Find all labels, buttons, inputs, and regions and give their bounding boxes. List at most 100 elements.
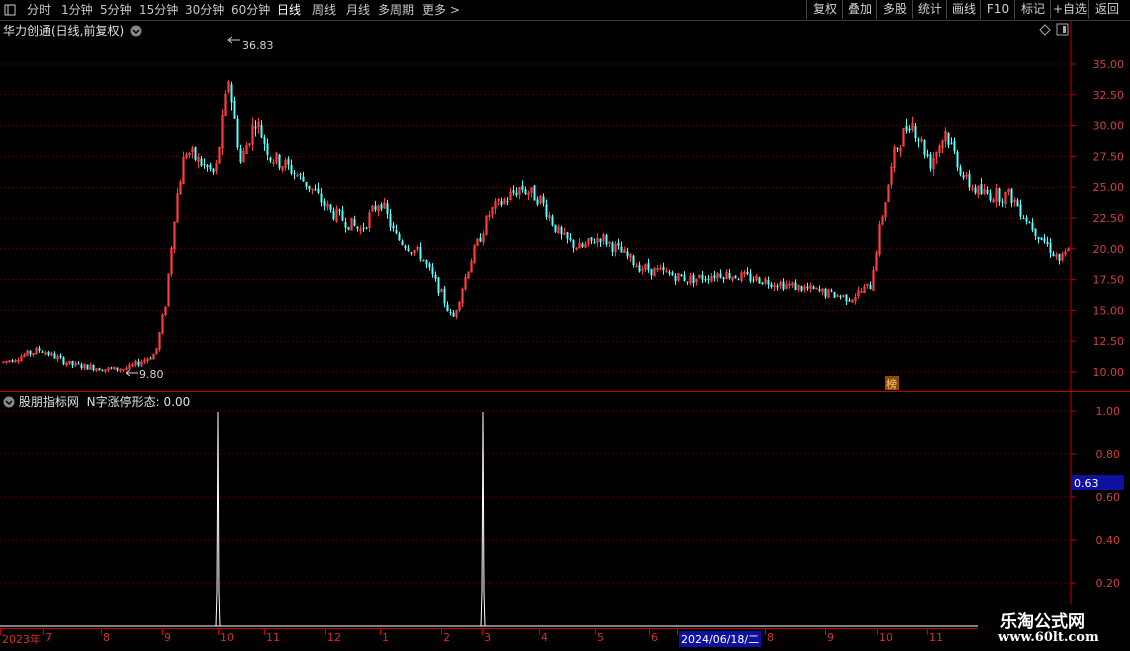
fuquan-button[interactable]: 复权 (806, 0, 843, 19)
candle (572, 239, 575, 253)
candle (677, 273, 680, 283)
candle (584, 241, 587, 249)
candle (359, 225, 362, 235)
candle (893, 144, 896, 173)
candle (938, 143, 941, 158)
candle (341, 205, 344, 222)
tab-15min[interactable]: 15分钟 (139, 0, 178, 20)
tab-60min[interactable]: 60分钟 (231, 0, 270, 20)
candle (878, 220, 881, 257)
x-axis-label: 7 (45, 631, 52, 644)
candle (950, 137, 953, 145)
collapse-icon[interactable] (4, 0, 16, 20)
candle (626, 247, 629, 260)
candle (167, 273, 170, 307)
candle (791, 281, 794, 289)
cursor-value-box: 0.63 (1071, 475, 1124, 490)
candle (17, 357, 20, 364)
candle (779, 280, 782, 290)
candle (890, 162, 893, 189)
candle (809, 282, 812, 293)
candle (1028, 220, 1031, 224)
candle (560, 225, 563, 240)
candle (104, 369, 107, 374)
tab-weekly[interactable]: 周线 (312, 0, 336, 20)
candle (653, 267, 656, 277)
candle (53, 351, 56, 359)
candle (302, 171, 305, 182)
candle (716, 271, 719, 283)
candle (869, 281, 872, 290)
candle (107, 366, 110, 372)
x-axis-tick (595, 629, 596, 635)
candle (221, 109, 224, 156)
price-tick-label: 12.50 (1093, 335, 1125, 348)
mark-button[interactable]: 标记 (1014, 0, 1051, 19)
tab-5min[interactable]: 5分钟 (100, 0, 132, 20)
candle (50, 351, 53, 357)
tab-fenshi[interactable]: 分时 (27, 0, 51, 20)
rank-badge[interactable]: 榜 (885, 376, 899, 391)
f10-button[interactable]: F10 (980, 0, 1015, 19)
candle (365, 226, 368, 230)
candle (1031, 218, 1034, 233)
back-button[interactable]: 返回 (1088, 0, 1125, 19)
candle (290, 159, 293, 176)
tab-monthly[interactable]: 月线 (346, 0, 370, 20)
price-chart[interactable]: 35.00 32.50 30.00 27.50 25.00 22.50 20.00 17.50… (0, 21, 1130, 391)
low-price-label: 9.80 (139, 368, 164, 381)
draw-line-button[interactable]: 画线 (946, 0, 981, 19)
candle (974, 184, 977, 195)
price-tick-label: 15.00 (1093, 304, 1125, 317)
candle (731, 276, 734, 283)
candle (995, 183, 998, 208)
candle (158, 331, 161, 352)
x-axis-label: 11 (266, 631, 280, 644)
tab-1min[interactable]: 1分钟 (61, 0, 93, 20)
candle (425, 259, 428, 269)
tab-30min[interactable]: 30分钟 (185, 0, 224, 20)
x-axis-label: 2023年 (2, 633, 41, 646)
period-toolbar: 分时 1分钟 5分钟 15分钟 30分钟 60分钟 日线 周线 月线 多周期 更… (0, 0, 1130, 21)
candle (728, 268, 731, 280)
candle (905, 118, 908, 134)
indicator-tick-label: 0.20 (1096, 577, 1121, 590)
x-axis-label: 4 (541, 631, 548, 644)
candle (965, 171, 968, 180)
candle (578, 238, 581, 249)
tab-more[interactable]: 更多 > (422, 0, 460, 20)
statistics-button[interactable]: 统计 (912, 0, 947, 19)
tab-daily[interactable]: 日线 (277, 0, 301, 20)
candle (734, 275, 737, 279)
candle (935, 151, 938, 164)
candle (1052, 251, 1055, 257)
candle (1037, 236, 1040, 244)
candle (569, 233, 572, 242)
tab-multi-period[interactable]: 多周期 (378, 0, 414, 20)
low-annotation: 9.80 (125, 368, 164, 381)
candle (98, 367, 101, 371)
multi-stock-button[interactable]: 多股 (876, 0, 913, 19)
x-axis-tick (539, 629, 540, 635)
candle (1061, 251, 1064, 263)
candle (539, 195, 542, 205)
candle (422, 259, 425, 262)
candle (752, 276, 755, 283)
candle (272, 158, 275, 167)
x-axis-tick (264, 629, 265, 635)
candle (278, 153, 281, 171)
candle (284, 157, 287, 172)
candle (191, 145, 194, 159)
candle (1010, 188, 1013, 208)
candle (761, 281, 764, 285)
candle (23, 352, 26, 358)
add-watchlist-button[interactable]: +自选 (1050, 0, 1089, 19)
candle (710, 272, 713, 283)
candle (881, 214, 884, 226)
overlay-button[interactable]: 叠加 (842, 0, 877, 19)
indicator-spike (215, 411, 221, 627)
indicator-chart[interactable]: 1.00 0.80 0.60 0.40 0.20 0.63 (0, 392, 1130, 628)
candle (788, 280, 791, 289)
candle (944, 127, 947, 148)
x-axis-tick (927, 629, 928, 635)
